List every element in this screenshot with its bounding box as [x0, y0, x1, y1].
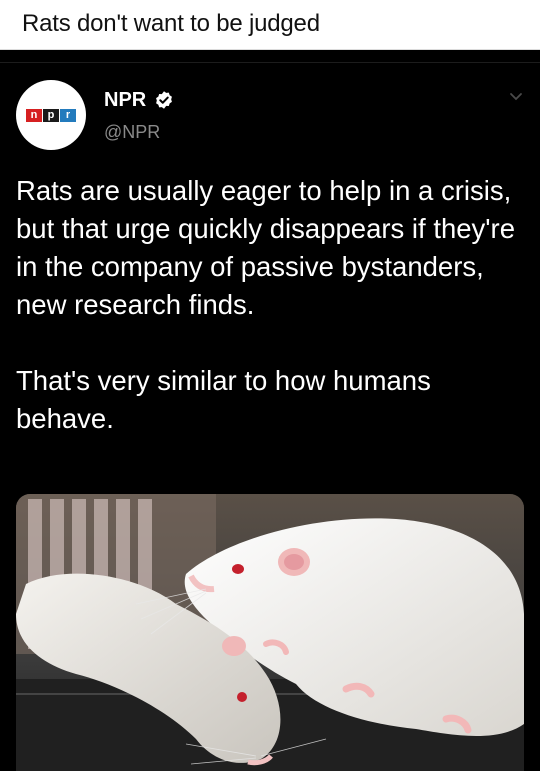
tweet-card[interactable]: n p r NPR @NPR Rats are usually eager to…: [0, 50, 540, 771]
logo-letter-p: p: [43, 109, 59, 122]
logo-letter-r: r: [60, 109, 76, 122]
tweet-text: Rats are usually eager to help in a cris…: [16, 172, 516, 438]
verified-badge-icon: [154, 90, 174, 110]
tweet-paragraph: Rats are usually eager to help in a cris…: [16, 175, 516, 320]
account-name[interactable]: NPR: [104, 89, 146, 112]
tweet-paragraph: That's very similar to how humans behave…: [16, 365, 431, 434]
rats-photo-image: [16, 494, 524, 771]
post-title: Rats don't want to be judged: [22, 10, 320, 37]
divider: [0, 62, 540, 63]
logo-letter-n: n: [26, 109, 42, 122]
account-handle[interactable]: @NPR: [104, 122, 160, 143]
npr-logo-icon: n p r: [26, 109, 76, 122]
post-title-bar: Rats don't want to be judged: [0, 0, 540, 50]
chevron-down-icon[interactable]: [508, 90, 524, 102]
avatar[interactable]: n p r: [16, 80, 86, 150]
tweet-media-photo[interactable]: [16, 494, 524, 771]
